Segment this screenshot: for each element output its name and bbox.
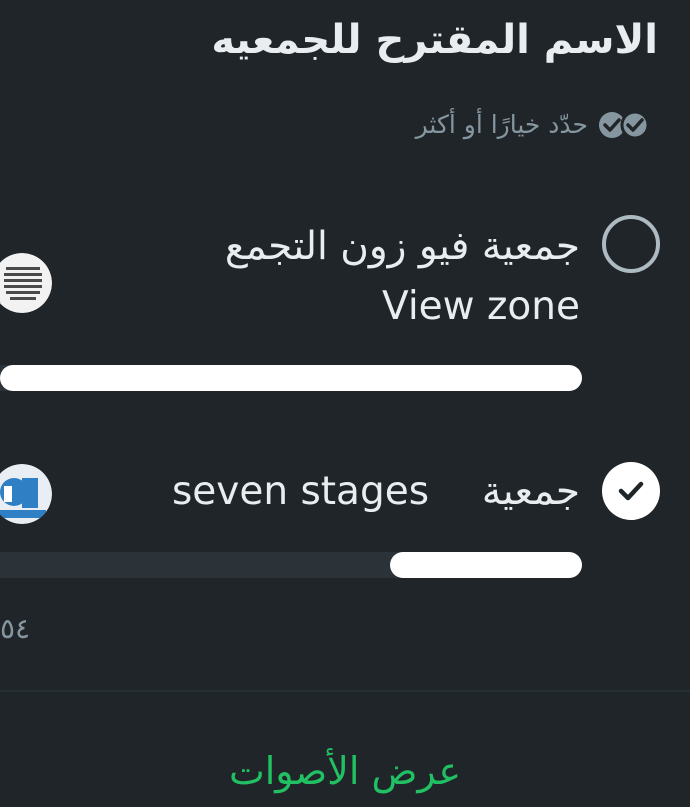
radio-checked-icon[interactable] xyxy=(602,462,660,520)
avatar-image xyxy=(0,253,52,313)
poll-subtitle-text: حدّد خيارًا أو أكثر xyxy=(415,110,588,139)
voter-avatar xyxy=(0,464,52,524)
total-votes-count: ٥٤ xyxy=(0,612,31,645)
poll-title: الاسم المقترح للجمعيه xyxy=(211,17,658,63)
option-label: جمعية seven stages xyxy=(172,462,580,522)
option-label-name: seven stages xyxy=(171,469,430,514)
radio-unchecked-icon[interactable] xyxy=(602,215,660,273)
poll-subtitle: حدّد خيارًا أو أكثر xyxy=(416,100,650,150)
checkmark-icon xyxy=(618,481,644,501)
vote-bar-track xyxy=(0,552,582,578)
option-label: جمعية فيو زون التجمع View zone xyxy=(225,217,580,337)
voter-avatar xyxy=(0,253,52,313)
poll-option-view-zone[interactable]: جمعية فيو زون التجمع View zone xyxy=(0,205,690,405)
option-label-line1: جمعية فيو زون التجمع xyxy=(224,224,580,269)
option-label-line2: View zone xyxy=(225,277,580,337)
option-label-prefix: جمعية xyxy=(481,469,580,514)
vote-bar-fill xyxy=(0,365,582,391)
avatar-image xyxy=(0,464,52,524)
vote-bar-track xyxy=(0,365,582,391)
option-label-line2-text: View zone xyxy=(382,284,580,329)
vote-bar-fill xyxy=(389,552,582,578)
view-votes-button[interactable]: عرض الأصوات xyxy=(0,735,690,807)
double-check-icon xyxy=(599,111,650,139)
poll-option-seven-stages[interactable]: جمعية seven stages xyxy=(0,460,690,590)
divider xyxy=(0,690,690,692)
